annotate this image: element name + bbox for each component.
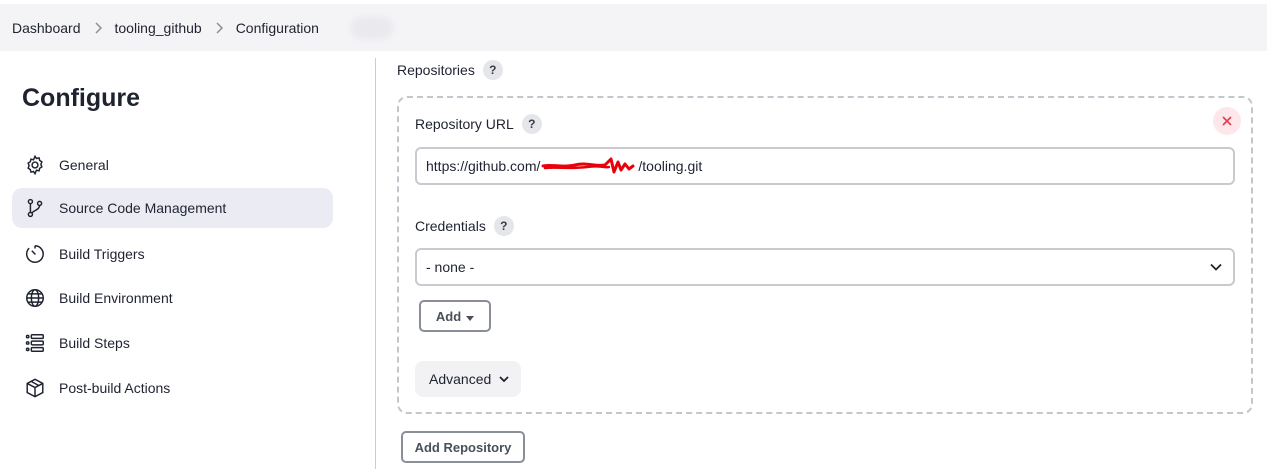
breadcrumb-dashboard[interactable]: Dashboard: [12, 20, 81, 36]
help-icon[interactable]: ?: [482, 60, 503, 80]
breadcrumb-blurred-item: [350, 16, 393, 39]
repository-url-input[interactable]: https://github.com/ /tooling.git: [415, 147, 1235, 185]
sidebar-item-label: General: [59, 157, 109, 173]
sidebar-item-label: Post-build Actions: [59, 380, 171, 396]
sidebar-item-source-code-management[interactable]: Source Code Management: [12, 188, 333, 228]
sidebar-item-general[interactable]: General: [12, 145, 333, 185]
globe-icon: [24, 287, 46, 309]
chevron-right-icon: [215, 21, 223, 34]
repository-url-label: Repository URL ?: [415, 114, 542, 134]
redaction-scribble: [541, 157, 637, 175]
help-icon[interactable]: ?: [493, 216, 514, 236]
credentials-select[interactable]: - none -: [415, 248, 1235, 286]
timer-icon: [24, 243, 46, 265]
list-icon: [24, 332, 46, 354]
repositories-label: Repositories ?: [397, 60, 503, 80]
sidebar-item-build-steps[interactable]: Build Steps: [12, 323, 333, 363]
chevron-right-icon: [94, 21, 102, 34]
add-credentials-button[interactable]: Add: [419, 300, 491, 332]
sidebar-item-build-triggers[interactable]: Build Triggers: [12, 234, 333, 274]
sidebar-item-post-build-actions[interactable]: Post-build Actions: [12, 368, 333, 408]
credentials-label: Credentials ?: [415, 216, 514, 236]
sidebar-item-label: Build Steps: [59, 335, 130, 351]
page-title: Configure: [22, 84, 141, 112]
sidebar: Configure General Source Code Management…: [0, 51, 360, 469]
caret-down-icon: [466, 309, 475, 324]
package-icon: [24, 377, 46, 399]
breadcrumb-job[interactable]: tooling_github: [115, 20, 202, 36]
section-divider: [375, 58, 376, 469]
help-icon[interactable]: ?: [521, 114, 542, 134]
sidebar-item-label: Source Code Management: [59, 200, 227, 216]
sidebar-item-label: Build Environment: [59, 290, 173, 306]
breadcrumb: Dashboard tooling_github Configuration: [0, 4, 1267, 51]
chevron-down-icon: [499, 376, 509, 383]
advanced-button[interactable]: Advanced: [415, 361, 521, 397]
close-icon: [1222, 116, 1232, 126]
sidebar-item-label: Build Triggers: [59, 246, 145, 262]
sidebar-item-build-environment[interactable]: Build Environment: [12, 278, 333, 318]
delete-repository-button[interactable]: [1213, 107, 1241, 135]
gear-icon: [24, 154, 46, 176]
git-branch-icon: [24, 197, 46, 219]
chevron-down-icon: [1209, 260, 1223, 277]
breadcrumb-configuration[interactable]: Configuration: [236, 20, 319, 36]
add-repository-button[interactable]: Add Repository: [401, 431, 525, 463]
